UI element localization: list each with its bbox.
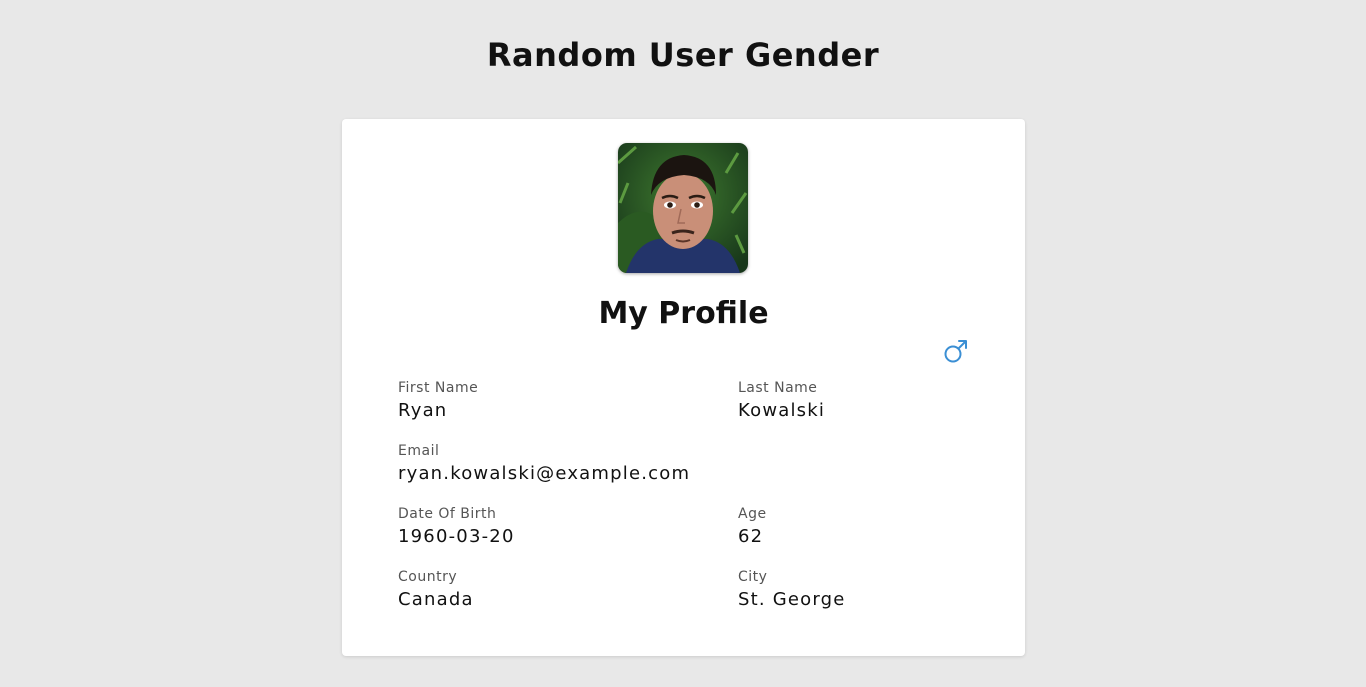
field-age: Age 62 [738,506,767,547]
field-city: City St. George [738,569,846,610]
field-email: Email ryan.kowalski@example.com [398,443,690,484]
profile-heading: My Profile [598,296,769,331]
avatar [618,143,748,273]
field-label: First Name [398,380,479,396]
field-first-name: First Name Ryan [398,380,478,421]
field-country: Country Canada [398,569,474,610]
field-label: Country [398,569,458,585]
profile-card: My Profile First Name Ryan Last Name Kow… [342,119,1025,656]
field-label: Last Name [738,380,818,396]
male-symbol-icon [943,338,969,364]
field-value: 62 [738,526,764,547]
field-value: 1960-03-20 [398,526,515,547]
field-label: City [738,569,768,585]
field-label: Email [398,443,440,459]
field-value: Canada [398,589,474,610]
page-title: Random User Gender [486,36,880,74]
field-date-of-birth: Date Of Birth 1960-03-20 [398,506,515,547]
field-label: Age [738,506,767,522]
field-value: St. George [738,589,846,610]
field-label: Date Of Birth [398,506,497,522]
field-value: ryan.kowalski@example.com [398,463,691,484]
field-last-name: Last Name Kowalski [738,380,825,421]
field-value: Kowalski [738,400,826,421]
field-value: Ryan [398,400,448,421]
